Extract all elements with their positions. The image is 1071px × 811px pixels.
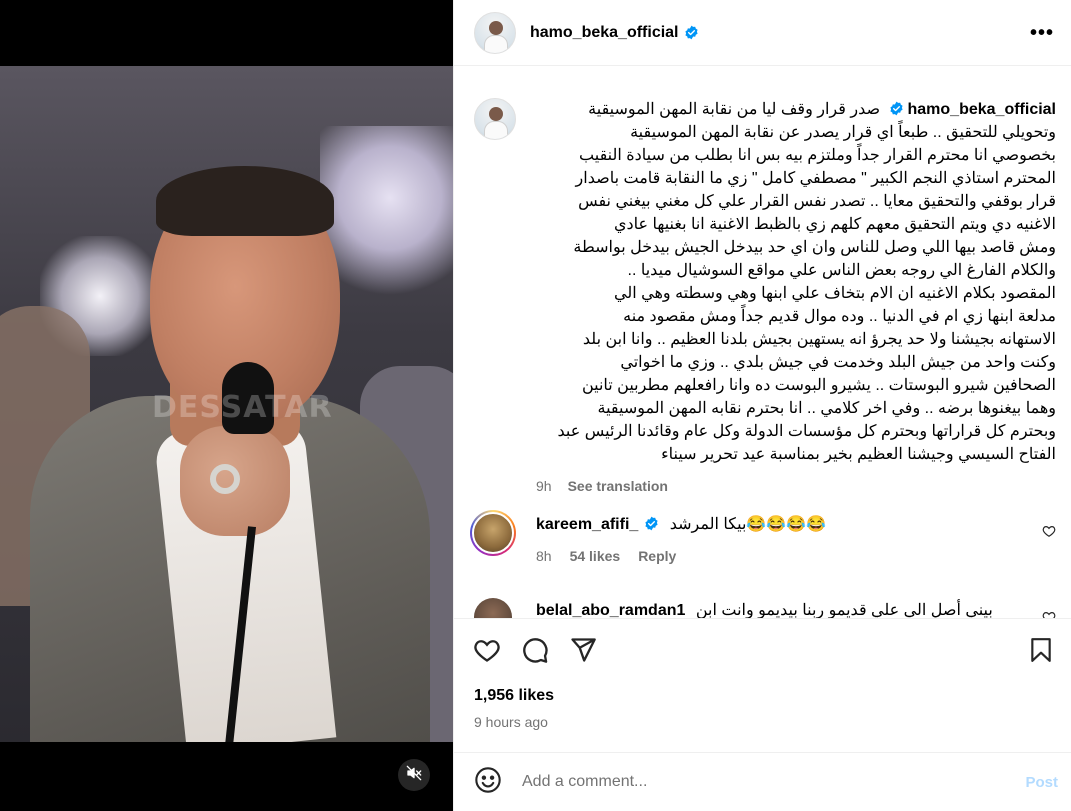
comment-item: kareem_afifi_ بيكا المرشد😂😂😂😂 8h 54 like…	[470, 510, 1056, 564]
comment-username[interactable]: kareem_afifi_	[536, 516, 638, 533]
post-header: hamo_beka_official •••	[454, 0, 1071, 66]
comment-bubble-icon	[521, 636, 549, 669]
likes-count[interactable]: 1,956 likes	[474, 687, 554, 705]
comments-list[interactable]: hamo_beka_official صدر قرار وقف ليا من ن…	[454, 66, 1071, 618]
bookmark-icon	[1028, 636, 1054, 669]
verified-badge-icon	[885, 101, 908, 118]
reply-button[interactable]: Reply	[638, 548, 676, 564]
more-options-icon[interactable]: •••	[1030, 22, 1054, 45]
comment-button[interactable]	[518, 635, 552, 669]
heart-icon	[473, 636, 501, 669]
caption-body: صدر قرار وقف ليا من نقابة المهن الموسيقي…	[557, 101, 1056, 463]
post-actions: 1,956 likes 9 hours ago	[454, 618, 1071, 752]
comment-meta: 8h 54 likes Reply	[536, 548, 1056, 564]
caption-text: hamo_beka_official صدر قرار وقف ليا من ن…	[536, 98, 1056, 466]
speaker-muted-icon	[406, 765, 422, 786]
comment-body: belal_abo_ramdan1 بيني أصل الي علي قديمو…	[536, 596, 1056, 618]
post-username[interactable]: hamo_beka_official	[530, 24, 679, 42]
verified-badge-icon	[644, 516, 665, 533]
caption: hamo_beka_official صدر قرار وقف ليا من ن…	[474, 98, 1060, 494]
mute-button[interactable]	[398, 759, 430, 791]
comment-username[interactable]: belal_abo_ramdan1	[536, 602, 685, 618]
avatar[interactable]	[474, 598, 512, 618]
avatar[interactable]	[470, 510, 516, 556]
caption-age: 9h	[536, 478, 552, 494]
like-button[interactable]	[470, 635, 504, 669]
see-translation-button[interactable]: See translation	[568, 478, 668, 494]
video-watermark: DESSATAR	[152, 390, 333, 425]
emoji-button[interactable]	[472, 766, 504, 798]
singer-hair	[156, 166, 334, 236]
post-video[interactable]: DESSATAR	[0, 66, 453, 742]
post-media: DESSATAR	[0, 0, 453, 811]
comment-input[interactable]	[522, 773, 1026, 791]
action-icons	[470, 635, 600, 669]
post-side-panel: hamo_beka_official ••• hamo_beka_officia…	[453, 0, 1071, 811]
background-light	[320, 126, 453, 306]
avatar[interactable]	[474, 98, 516, 140]
send-icon	[569, 636, 597, 669]
smiley-icon	[474, 766, 502, 799]
post-time: 9 hours ago	[474, 714, 548, 730]
comment-text: بيني أصل الي علي قديمو ربنا بيديمو وانت …	[695, 602, 993, 618]
ring	[210, 464, 240, 494]
heart-icon[interactable]	[1042, 610, 1056, 618]
caption-meta: 9h See translation	[536, 478, 1060, 494]
caption-username[interactable]: hamo_beka_official	[908, 101, 1057, 118]
heart-icon[interactable]	[1042, 524, 1056, 538]
save-button[interactable]	[1024, 635, 1058, 669]
avatar[interactable]	[474, 11, 516, 54]
share-button[interactable]	[566, 635, 600, 669]
comment-text: بيكا المرشد😂😂😂😂	[669, 516, 827, 533]
add-comment-bar: Post	[454, 752, 1071, 811]
verified-badge-icon	[684, 25, 699, 40]
comment-body: kareem_afifi_ بيكا المرشد😂😂😂😂	[536, 510, 1056, 534]
comment-age: 8h	[536, 548, 552, 564]
post-comment-button[interactable]: Post	[1025, 774, 1058, 791]
comment-likes[interactable]: 54 likes	[570, 548, 621, 564]
comment-item: belal_abo_ramdan1 بيني أصل الي علي قديمو…	[470, 596, 1056, 618]
